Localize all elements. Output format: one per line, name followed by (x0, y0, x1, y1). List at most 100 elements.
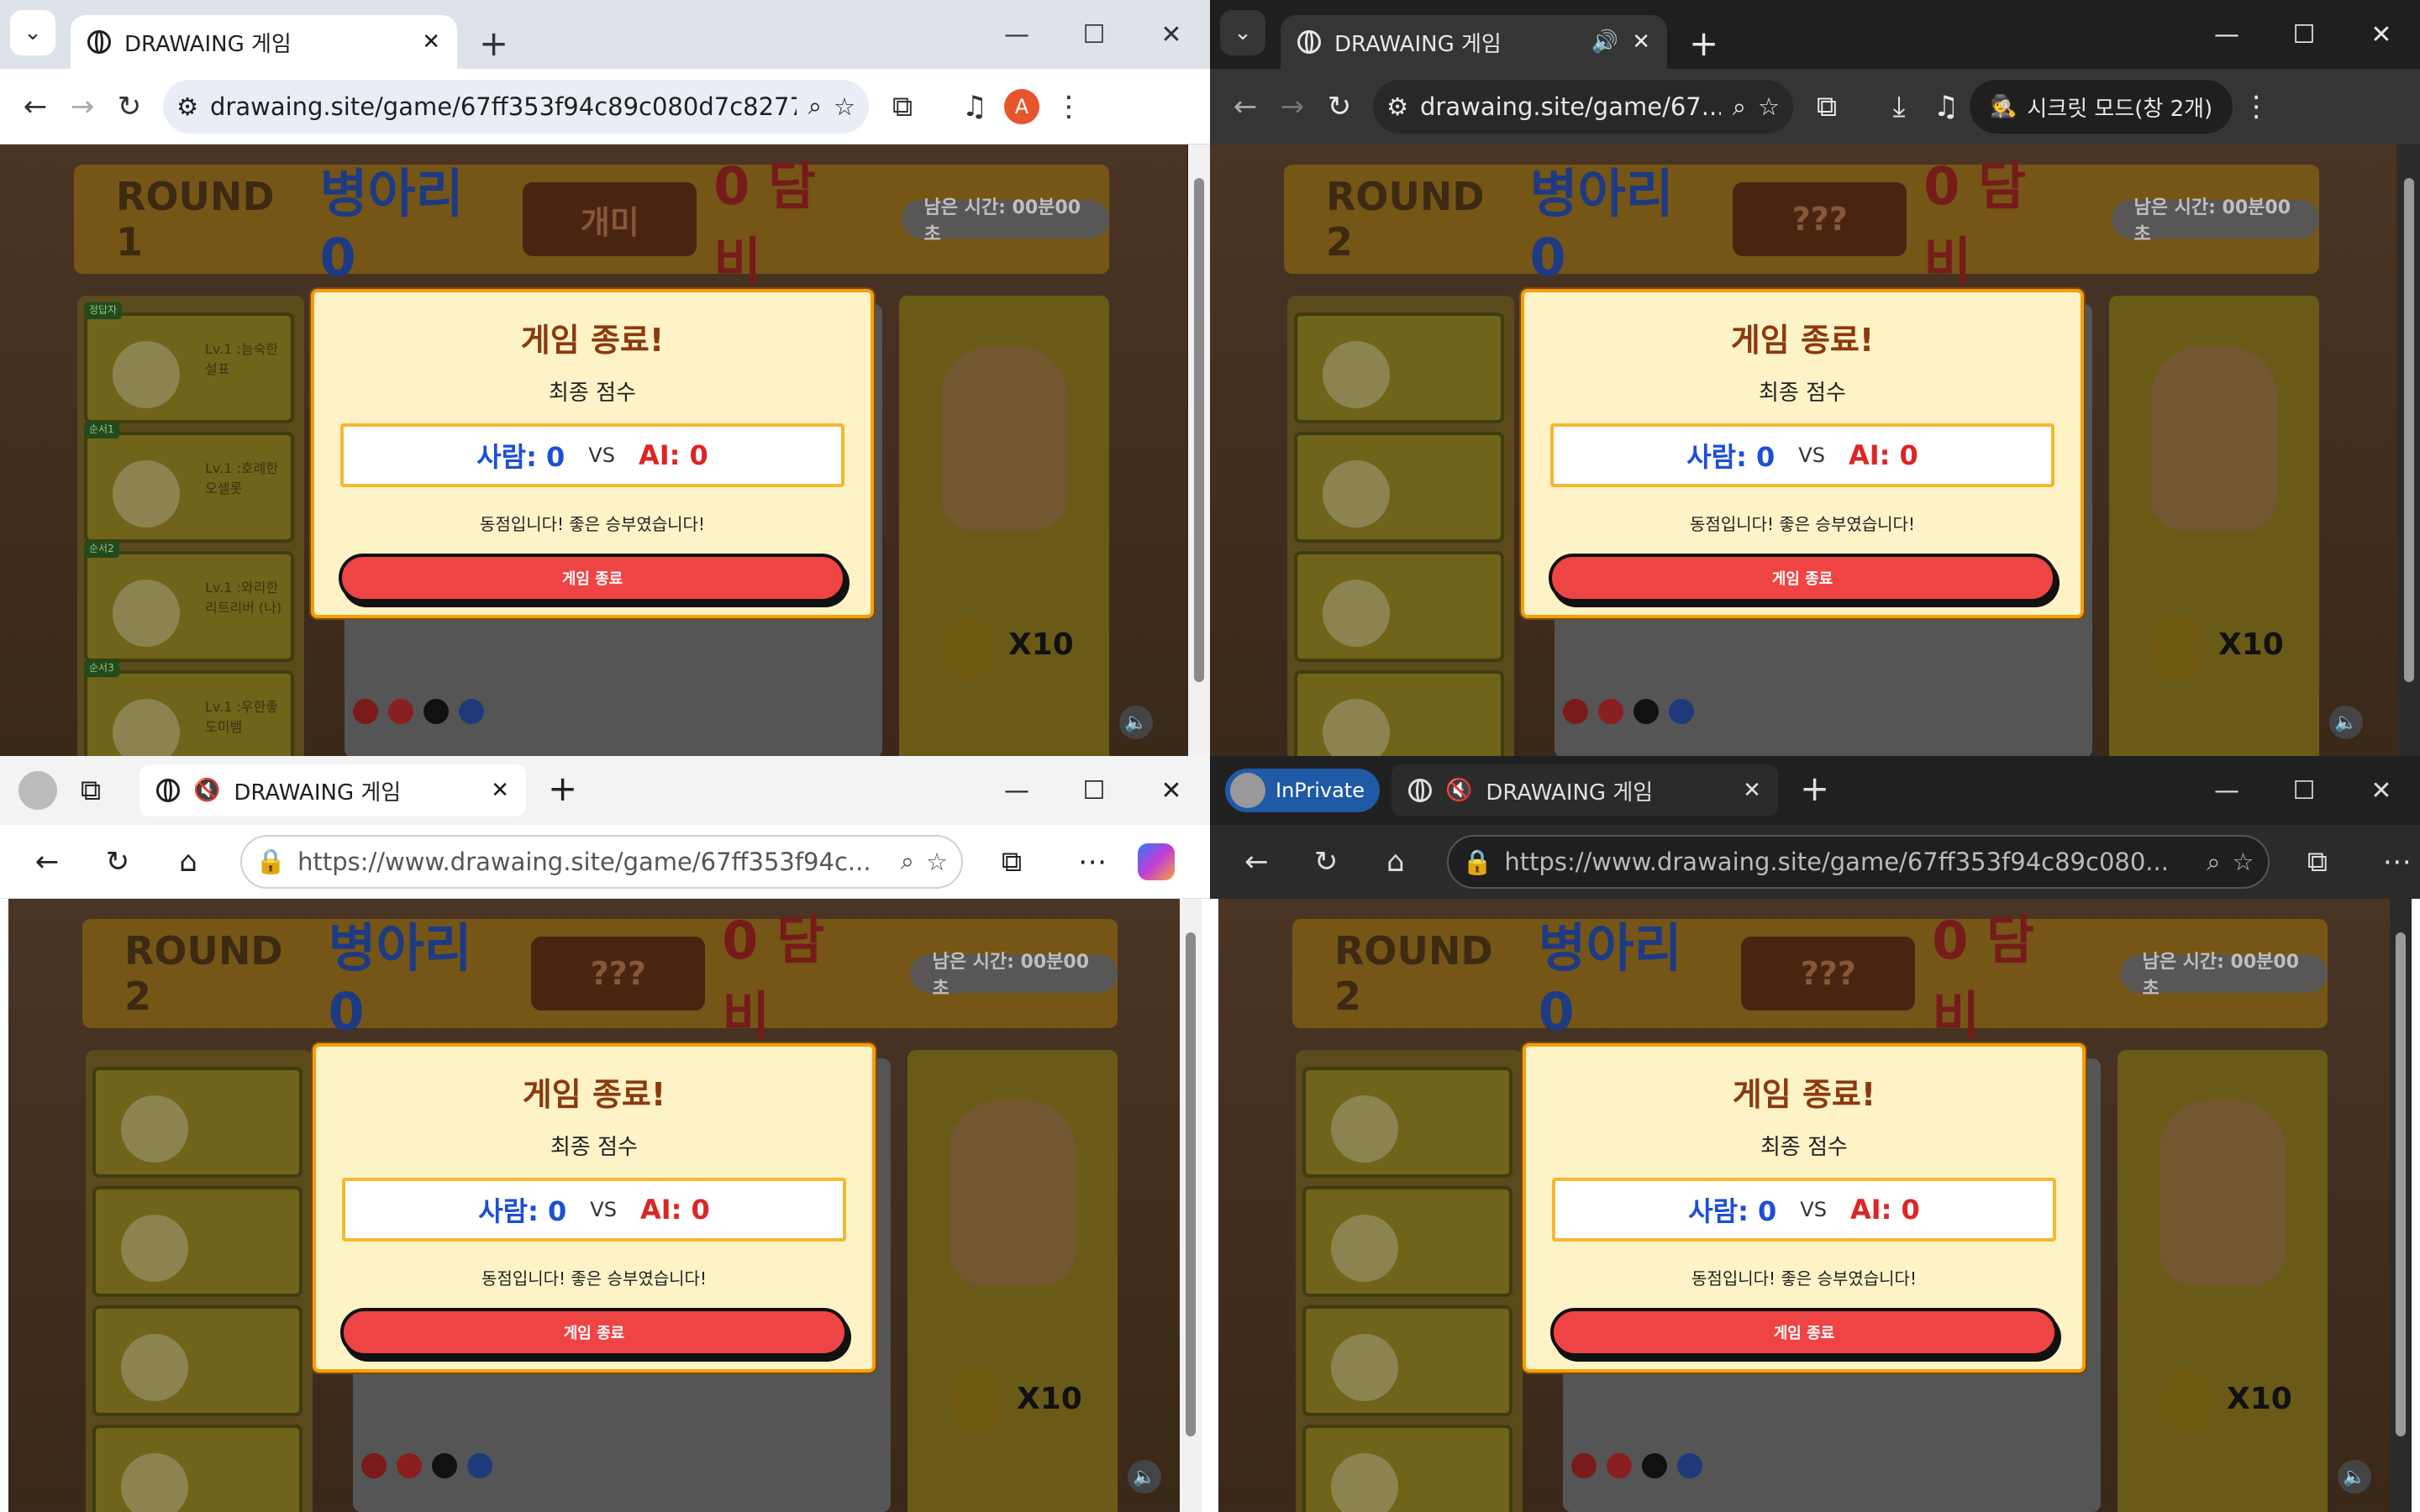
scrollbar-thumb[interactable] (2396, 932, 2406, 1436)
maximize-icon[interactable]: ☐ (1055, 776, 1133, 806)
site-settings-icon[interactable]: ⚙ (1386, 92, 1408, 121)
media-controls-icon[interactable]: ♫ (951, 83, 998, 130)
zoom-icon[interactable]: ⌕ (1733, 92, 1746, 122)
zoom-icon[interactable]: ⌕ (901, 847, 914, 876)
url-text[interactable]: https://www.drawaing.site/game/67ff353f9… (1504, 848, 2195, 876)
end-game-button[interactable]: 게임 종료 (1550, 1308, 2058, 1357)
maximize-icon[interactable]: ☐ (2265, 20, 2343, 50)
url-text[interactable]: drawaing.site/game/67ff353f94c89c080d7c8… (210, 92, 797, 121)
forward-icon[interactable]: → (1269, 83, 1316, 130)
url-text[interactable]: drawaing.site/game/67... (1420, 92, 1721, 121)
close-tab-icon[interactable]: ✕ (1632, 29, 1650, 55)
reload-icon[interactable]: ↻ (1316, 83, 1363, 130)
reload-icon[interactable]: ↻ (106, 83, 153, 130)
color-swatch[interactable] (1642, 1453, 1667, 1478)
color-swatch[interactable] (432, 1453, 457, 1478)
minimize-icon[interactable]: — (978, 776, 1055, 806)
close-tab-icon[interactable]: ✕ (1743, 778, 1761, 803)
back-icon[interactable]: ← (1222, 83, 1269, 130)
extensions-icon[interactable]: ⧉ (2295, 838, 2341, 885)
color-swatch[interactable] (1563, 699, 1588, 724)
address-bar[interactable]: ⚙ drawaing.site/game/67ff353f94c89c080d7… (163, 79, 869, 134)
new-tab-button[interactable]: + (479, 23, 508, 64)
zoom-icon[interactable]: ⌕ (2207, 848, 2220, 877)
reload-icon[interactable]: ↻ (94, 838, 141, 885)
end-game-button[interactable]: 게임 종료 (340, 1308, 848, 1357)
close-tab-icon[interactable]: ✕ (491, 778, 509, 803)
profile-avatar[interactable] (18, 771, 57, 810)
tab-drawaing[interactable]: 🔇 DRAWAING 게임 ✕ (139, 764, 526, 816)
url-text[interactable]: https://www.drawaing.site/game/67ff353f9… (297, 848, 889, 876)
minimize-icon[interactable]: — (2188, 776, 2265, 806)
bookmark-star-icon[interactable]: ☆ (834, 92, 855, 121)
tab-drawaing[interactable]: 🔇 DRAWAING 게임 ✕ (1391, 764, 1778, 816)
menu-icon[interactable]: ⋯ (1069, 838, 1116, 885)
color-swatch[interactable] (353, 699, 378, 724)
minimize-icon[interactable]: — (2188, 20, 2265, 50)
profile-avatar[interactable]: A (998, 83, 1045, 130)
close-window-icon[interactable]: ✕ (1133, 20, 1210, 50)
new-tab-button[interactable]: + (1689, 23, 1718, 64)
copilot-icon[interactable] (1133, 838, 1180, 885)
color-swatch[interactable] (1607, 1453, 1632, 1478)
tab-search-button[interactable]: ⌄ (10, 10, 55, 55)
scrollbar-thumb[interactable] (2404, 178, 2414, 682)
muted-speaker-icon[interactable]: 🔇 (193, 778, 220, 803)
menu-icon[interactable]: ⋮ (1045, 83, 1092, 130)
close-window-icon[interactable]: ✕ (2343, 20, 2420, 50)
scrollbar-thumb[interactable] (1194, 178, 1204, 682)
favorites-star-icon[interactable]: ☆ (2233, 848, 2254, 876)
tab-search-button[interactable]: ⌄ (1220, 10, 1265, 55)
color-swatch[interactable] (1598, 699, 1623, 724)
volume-icon[interactable]: 🔈 (2338, 1460, 2371, 1494)
volume-icon[interactable]: 🔈 (1119, 706, 1153, 739)
extensions-icon[interactable]: ⧉ (1803, 83, 1850, 130)
color-swatch[interactable] (1677, 1453, 1702, 1478)
tab-drawaing[interactable]: DRAWAING 게임 ✕ (71, 15, 457, 69)
color-swatch[interactable] (361, 1453, 387, 1478)
extensions-icon[interactable]: ⧉ (879, 83, 926, 130)
home-icon[interactable]: ⌂ (1372, 838, 1418, 885)
color-swatch[interactable] (1669, 699, 1694, 724)
close-window-icon[interactable]: ✕ (2343, 776, 2420, 806)
back-icon[interactable]: ← (12, 83, 59, 130)
back-icon[interactable]: ← (1234, 838, 1280, 885)
scrollbar[interactable] (2390, 899, 2412, 1512)
back-icon[interactable]: ← (24, 838, 71, 885)
close-tab-icon[interactable]: ✕ (422, 29, 440, 55)
zoom-icon[interactable]: ⌕ (808, 92, 822, 121)
site-settings-icon[interactable]: ⚙ (176, 92, 198, 121)
new-tab-button[interactable]: + (548, 768, 577, 809)
volume-icon[interactable]: 🔈 (2329, 706, 2363, 739)
lock-icon[interactable]: 🔒 (255, 847, 286, 876)
scrollbar[interactable] (1180, 899, 1202, 1512)
volume-icon[interactable]: 🔈 (1128, 1460, 1161, 1494)
home-icon[interactable]: ⌂ (165, 838, 212, 885)
close-window-icon[interactable]: ✕ (1133, 776, 1210, 806)
favorites-star-icon[interactable]: ☆ (926, 848, 948, 876)
color-swatch[interactable] (1634, 699, 1659, 724)
muted-speaker-icon[interactable]: 🔇 (1445, 778, 1472, 803)
speaker-icon[interactable]: 🔊 (1591, 29, 1618, 55)
address-bar[interactable]: ⚙ drawaing.site/game/67... ⌕ ☆ (1373, 80, 1793, 134)
new-tab-button[interactable]: + (1800, 768, 1829, 809)
maximize-icon[interactable]: ☐ (1055, 20, 1133, 50)
scrollbar[interactable] (1188, 144, 1210, 756)
maximize-icon[interactable]: ☐ (2265, 776, 2343, 806)
extensions-icon[interactable]: ⧉ (988, 838, 1035, 885)
scrollbar[interactable] (2398, 144, 2420, 756)
scrollbar-thumb[interactable] (1186, 932, 1196, 1436)
tab-drawaing[interactable]: DRAWAING 게임 🔊 ✕ (1281, 15, 1667, 69)
color-swatch[interactable] (467, 1453, 492, 1478)
color-swatch[interactable] (459, 699, 484, 724)
reload-icon[interactable]: ↻ (1303, 838, 1349, 885)
end-game-button[interactable]: 게임 종료 (339, 554, 846, 602)
color-swatch[interactable] (424, 699, 449, 724)
download-icon[interactable]: ⤓ (1876, 83, 1923, 130)
menu-icon[interactable]: ⋯ (2374, 838, 2420, 885)
inprivate-badge[interactable]: InPrivate (1225, 769, 1380, 812)
color-swatch[interactable] (1571, 1453, 1597, 1478)
bookmark-star-icon[interactable]: ☆ (1758, 92, 1780, 121)
workspaces-icon[interactable]: ⧉ (67, 767, 114, 814)
incognito-indicator[interactable]: 🕵 시크릿 모드(창 2개) (1970, 80, 2233, 134)
